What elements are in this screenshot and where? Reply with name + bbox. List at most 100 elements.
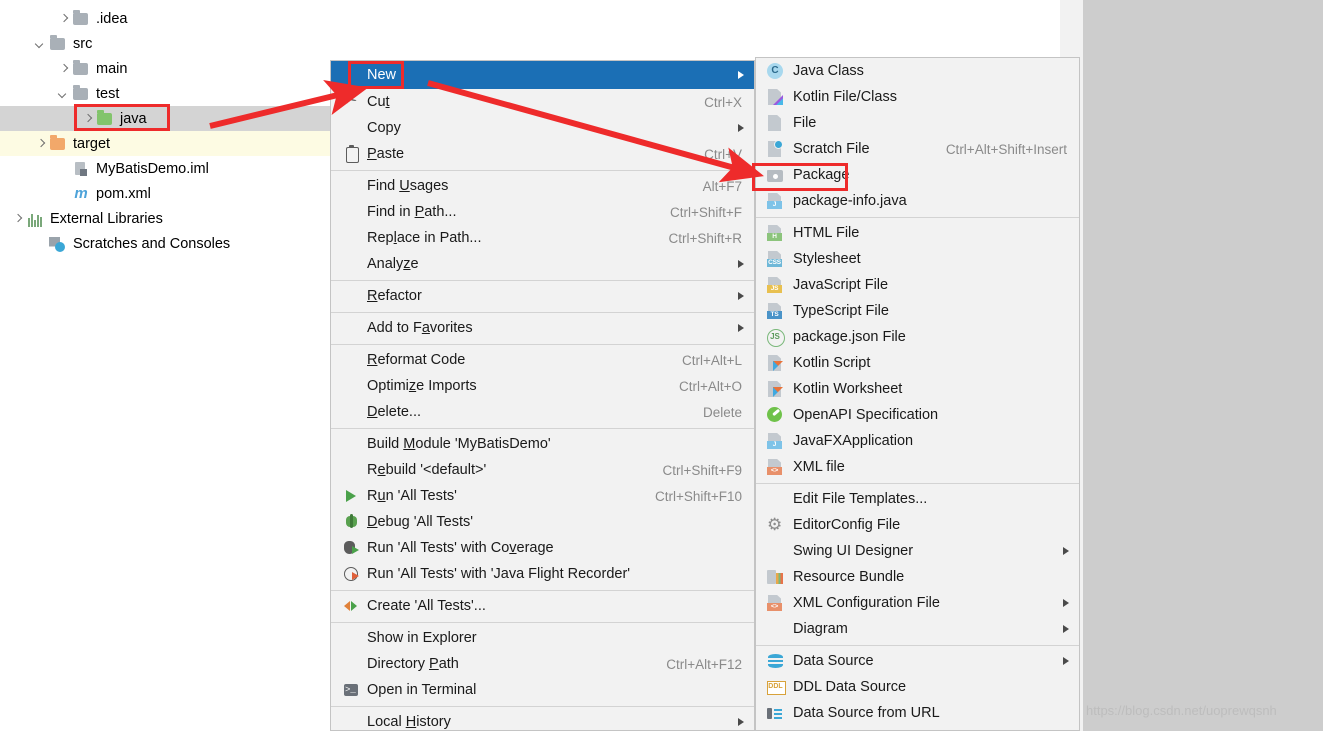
- tree-row[interactable]: test: [0, 81, 352, 106]
- menu-item-data-source-from-url[interactable]: Data Source from URL: [756, 700, 1079, 726]
- menu-item-xml-file[interactable]: <> XML file: [756, 454, 1079, 480]
- menu-item-package-json-file[interactable]: package.json File: [756, 324, 1079, 350]
- chevron-right-icon[interactable]: [80, 111, 96, 127]
- libraries-icon: [26, 211, 44, 227]
- chevron-right-icon[interactable]: [10, 211, 26, 227]
- chevron-down-icon[interactable]: [56, 86, 72, 102]
- menu-item-kotlin-script[interactable]: Kotlin Script: [756, 350, 1079, 376]
- tree-row[interactable]: MyBatisDemo.iml: [0, 156, 352, 181]
- menu-item-open-in-terminal[interactable]: Open in Terminal: [331, 677, 754, 703]
- menu-item-shortcut: Ctrl+Alt+L: [681, 352, 742, 368]
- menu-item-xml-configuration-file[interactable]: <> XML Configuration File: [756, 590, 1079, 616]
- menu-item-label: Analyze: [367, 256, 419, 272]
- menu-item-label: Kotlin File/Class: [793, 89, 897, 105]
- menu-item-ddl-data-source[interactable]: DDL Data Source: [756, 674, 1079, 700]
- tree-row[interactable]: External Libraries: [0, 206, 352, 231]
- tree-row[interactable]: m pom.xml: [0, 181, 352, 206]
- menu-item-analyze[interactable]: Analyze: [331, 251, 754, 277]
- menu-item-run-all-tests[interactable]: Run 'All Tests' Ctrl+Shift+F10: [331, 483, 754, 509]
- coverage-icon: [341, 539, 363, 557]
- menu-item-label: Swing UI Designer: [793, 543, 914, 559]
- tree-row-label: src: [73, 35, 93, 52]
- menu-item-debug-all-tests[interactable]: Debug 'All Tests': [331, 509, 754, 535]
- menu-item-typescript-file[interactable]: TS TypeScript File: [756, 298, 1079, 324]
- menu-item-replace-in-path[interactable]: Replace in Path... Ctrl+Shift+R: [331, 225, 754, 251]
- javafx-icon: J: [764, 432, 788, 450]
- tree-row[interactable]: Scratches and Consoles: [0, 231, 352, 256]
- menu-item-label: Local History: [367, 714, 451, 730]
- menu-item-directory-path[interactable]: Directory Path Ctrl+Alt+F12: [331, 651, 754, 677]
- menu-item-copy[interactable]: Copy: [331, 115, 754, 141]
- menu-item-rebuild-default[interactable]: Rebuild '<default>' Ctrl+Shift+F9: [331, 457, 754, 483]
- menu-item-local-history[interactable]: Local History: [331, 709, 754, 731]
- menu-item-label: File: [793, 115, 817, 131]
- no-icon: [341, 319, 363, 337]
- menu-item-scratch-file[interactable]: Scratch File Ctrl+Alt+Shift+Insert: [756, 136, 1079, 162]
- menu-item-java-class[interactable]: Java Class: [756, 58, 1079, 84]
- menu-item-label: New: [367, 67, 397, 83]
- submenu-arrow-icon: [738, 292, 744, 300]
- submenu-arrow-icon: [1063, 657, 1069, 665]
- menu-separator: [331, 706, 754, 707]
- menu-item-label: Scratch File: [793, 141, 870, 157]
- menu-item-run-all-tests-with-coverage[interactable]: Run 'All Tests' with Coverage: [331, 535, 754, 561]
- menu-item-file[interactable]: File: [756, 110, 1079, 136]
- menu-item-label: Copy: [367, 120, 401, 136]
- menu-item-package[interactable]: Package: [756, 162, 1079, 188]
- menu-item-stylesheet[interactable]: CSS Stylesheet: [756, 246, 1079, 272]
- submenu-arrow-icon: [738, 71, 744, 79]
- menu-item-edit-file-templates[interactable]: Edit File Templates...: [756, 486, 1079, 512]
- menu-separator: [331, 428, 754, 429]
- menu-item-create-all-tests[interactable]: Create 'All Tests'...: [331, 593, 754, 619]
- menu-item-refactor[interactable]: Refactor: [331, 283, 754, 309]
- menu-item-optimize-imports[interactable]: Optimize Imports Ctrl+Alt+O: [331, 373, 754, 399]
- menu-item-label: Diagram: [793, 621, 848, 637]
- menu-item-kotlin-file-class[interactable]: Kotlin File/Class: [756, 84, 1079, 110]
- menu-item-cut[interactable]: Cut Ctrl+X: [331, 89, 754, 115]
- kotlin-file-icon: [764, 88, 788, 106]
- chevron-down-icon[interactable]: [33, 36, 49, 52]
- menu-item-html-file[interactable]: H HTML File: [756, 220, 1079, 246]
- chevron-right-icon[interactable]: [33, 136, 49, 152]
- menu-item-add-to-favorites[interactable]: Add to Favorites: [331, 315, 754, 341]
- package-folder-icon: [764, 166, 788, 184]
- menu-item-openapi-specification[interactable]: OpenAPI Specification: [756, 402, 1079, 428]
- menu-separator: [331, 590, 754, 591]
- menu-item-paste[interactable]: Paste Ctrl+V: [331, 141, 754, 167]
- menu-item-label: Debug 'All Tests': [367, 514, 474, 530]
- menu-item-build-module-mybatisdemo[interactable]: Build Module 'MyBatisDemo': [331, 431, 754, 457]
- menu-item-label: XML Configuration File: [793, 595, 940, 611]
- menu-item-swing-ui-designer[interactable]: Swing UI Designer: [756, 538, 1079, 564]
- tree-row[interactable]: target: [0, 131, 352, 156]
- tree-row[interactable]: src: [0, 31, 352, 56]
- no-icon: [341, 377, 363, 395]
- menu-item-run-all-tests-with-java-flight-recorder[interactable]: Run 'All Tests' with 'Java Flight Record…: [331, 561, 754, 587]
- chevron-right-icon[interactable]: [56, 11, 72, 27]
- menu-item-new[interactable]: New: [331, 61, 754, 89]
- maven-m-icon: m: [74, 184, 88, 202]
- tree-row[interactable]: .idea: [0, 6, 352, 31]
- menu-item-label: Edit File Templates...: [793, 491, 928, 507]
- menu-item-data-source[interactable]: Data Source: [756, 648, 1079, 674]
- resource-bundle-icon: [764, 568, 788, 586]
- menu-item-javascript-file[interactable]: JS JavaScript File: [756, 272, 1079, 298]
- tree-row[interactable]: main: [0, 56, 352, 81]
- menu-item-label: Kotlin Script: [793, 355, 871, 371]
- menu-item-find-usages[interactable]: Find Usages Alt+F7: [331, 173, 754, 199]
- chevron-right-icon[interactable]: [56, 61, 72, 77]
- menu-item-reformat-code[interactable]: Reformat Code Ctrl+Alt+L: [331, 347, 754, 373]
- tree-row-label: main: [96, 60, 128, 77]
- menu-separator: [756, 217, 1079, 218]
- menu-item-shortcut: Ctrl+V: [704, 146, 742, 162]
- menu-item-delete[interactable]: Delete... Delete: [331, 399, 754, 425]
- menu-item-javafxapplication[interactable]: J JavaFXApplication: [756, 428, 1079, 454]
- menu-item-resource-bundle[interactable]: Resource Bundle: [756, 564, 1079, 590]
- no-icon: [341, 435, 363, 453]
- menu-item-editorconfig-file[interactable]: EditorConfig File: [756, 512, 1079, 538]
- menu-item-kotlin-worksheet[interactable]: Kotlin Worksheet: [756, 376, 1079, 402]
- menu-item-find-in-path[interactable]: Find in Path... Ctrl+Shift+F: [331, 199, 754, 225]
- menu-item-package-info-java[interactable]: Jpackage-info.java: [756, 188, 1079, 214]
- tree-row[interactable]: java: [0, 106, 352, 131]
- menu-item-show-in-explorer[interactable]: Show in Explorer: [331, 625, 754, 651]
- menu-item-diagram[interactable]: Diagram: [756, 616, 1079, 642]
